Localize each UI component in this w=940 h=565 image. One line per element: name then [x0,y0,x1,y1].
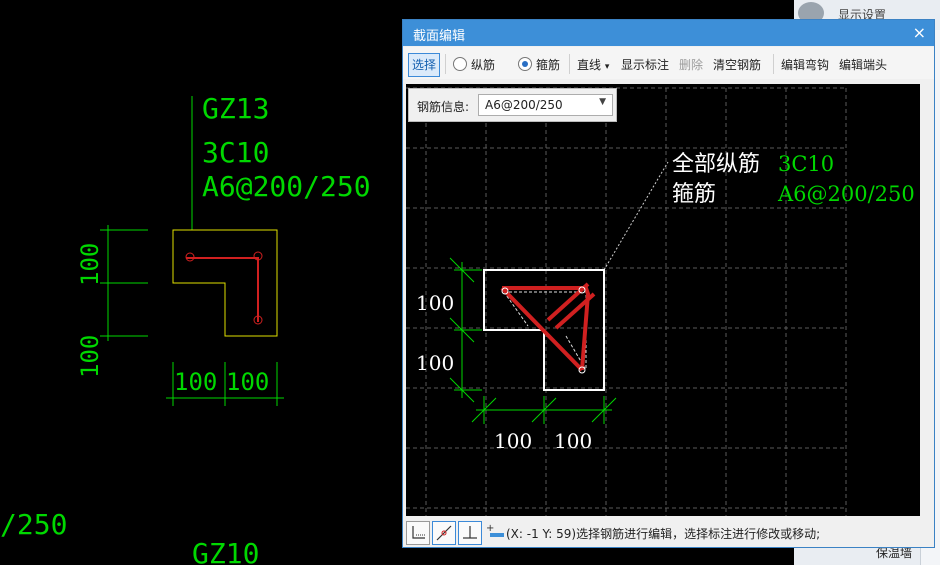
line-label: 直线 [577,58,602,72]
diagonal-icon [436,525,452,541]
toolbar-divider [445,54,446,74]
select-button[interactable]: 选择 [408,53,440,77]
section-drawing[interactable]: 全部纵筋 3C10 箍筋 A6@200/250 100 100 100 100 [406,84,920,516]
fragment-text: /250 [0,508,67,541]
rebar-count-label: 3C10 [202,136,269,169]
dimension-text: 100 [76,335,104,378]
stirrup-radio[interactable] [518,57,532,71]
dimension-text: 100 [226,368,269,396]
dimension-text[interactable]: 100 [416,291,454,315]
section-edit-dialog: 截面编辑 × 选择 纵筋 箍筋 直线 ▾ 显示标注 删除 清空钢筋 编辑弯钩 编… [402,19,935,548]
angle-snap-button[interactable] [432,521,456,545]
edit-end-button[interactable]: 编辑端头 [839,56,887,73]
rebar-info-select[interactable]: A6@200/250 ▼ [478,94,613,116]
column-label: GZ13 [202,92,269,125]
chevron-down-icon: ▾ [604,62,610,72]
rebar-info-panel: 钢筋信息: A6@200/250 ▼ [408,88,617,122]
toolbar-divider [569,54,570,74]
dimension-text: 100 [174,368,217,396]
section-canvas[interactable]: 全部纵筋 3C10 箍筋 A6@200/250 100 100 100 100 [406,84,920,516]
stirrup-annotation-value[interactable]: A6@200/250 [777,182,915,206]
add-dimension-button[interactable]: + [484,521,506,543]
perpendicular-snap-button[interactable] [458,521,482,545]
dimension-text[interactable]: 100 [416,351,454,375]
longitudinal-radio[interactable] [453,57,467,71]
stirrup-shape [186,257,259,322]
dialog-statusbar: + (X: -1 Y: 59)选择钢筋进行编辑，选择标注进行修改或移动; [403,518,934,546]
ortho-icon [412,526,425,539]
ortho-snap-button[interactable] [406,521,430,545]
delete-button[interactable]: 删除 [679,56,703,73]
dimension-text[interactable]: 100 [494,429,532,453]
stirrup-annotation-label[interactable]: 箍筋 [672,182,716,207]
stirrup-label[interactable]: 箍筋 [536,56,560,73]
column-section-outline [172,229,278,337]
show-annotation-button[interactable]: 显示标注 [621,56,669,73]
longitudinal-label[interactable]: 纵筋 [471,56,495,73]
dimension-text: 100 [76,243,104,286]
status-text: (X: -1 Y: 59)选择钢筋进行编辑，选择标注进行修改或移动; [506,527,821,541]
dialog-titlebar[interactable]: 截面编辑 × [403,20,934,46]
edit-hook-button[interactable]: 编辑弯钩 [781,56,829,73]
annotation-leader [603,161,669,271]
add-dimension-icon: + [486,523,504,537]
all-longitudinal-label[interactable]: 全部纵筋 [672,152,760,177]
rebar-info-value: A6@200/250 [485,98,563,112]
stirrup-label: A6@200/250 [202,170,371,203]
dialog-title: 截面编辑 [413,29,466,44]
chevron-down-icon: ▼ [599,97,606,107]
close-icon[interactable]: × [913,23,926,42]
svg-text:+: + [486,523,494,534]
clear-rebar-button[interactable]: 清空钢筋 [713,56,761,73]
dimension-text[interactable]: 100 [554,429,592,453]
perpendicular-icon [463,526,477,539]
fragment-text: GZ10 [192,537,259,565]
rebar-info-label: 钢筋信息: [417,100,470,114]
all-longitudinal-value[interactable]: 3C10 [778,152,834,176]
line-dropdown[interactable]: 直线 ▾ [577,56,609,73]
toolbar-divider [773,54,774,74]
